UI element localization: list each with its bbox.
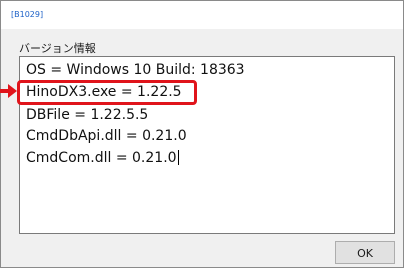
page: [B1029] バージョン情報 OS = Windows 10 Build: 1… <box>0 0 408 269</box>
arrow-right-icon <box>0 84 17 98</box>
version-line-os: OS = Windows 10 Build: 18363 <box>26 62 245 78</box>
version-line-dbfile: DBFile = 1.22.5.5 <box>26 107 149 123</box>
version-line-cmddbapi: CmdDbApi.dll = 0.21.0 <box>26 128 187 144</box>
ok-button[interactable]: OK <box>335 241 395 264</box>
version-dialog: [B1029] バージョン情報 OS = Windows 10 Build: 1… <box>0 0 404 268</box>
version-line-cmdcom-wrap: CmdCom.dll = 0.21.0 <box>26 150 179 166</box>
title-bar: [B1029] <box>1 1 403 29</box>
version-info-label: バージョン情報 <box>19 42 96 55</box>
window-title: [B1029] <box>11 10 44 19</box>
text-caret <box>177 150 179 165</box>
highlight-box <box>17 80 197 105</box>
version-line-cmdcom: CmdCom.dll = 0.21.0 <box>26 150 177 166</box>
